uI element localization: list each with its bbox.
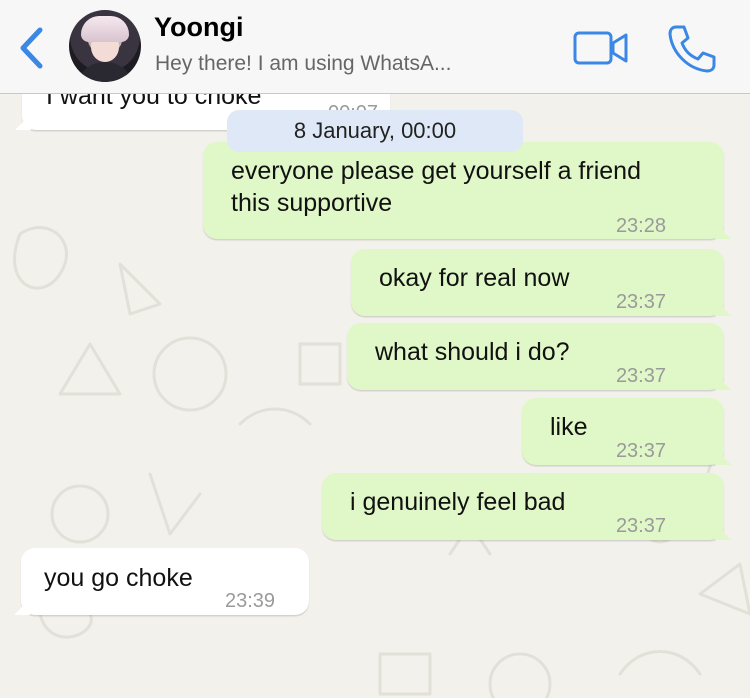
chat-header: Yoongi Hey there! I am using WhatsA...: [0, 0, 750, 94]
message-time: 23:37: [615, 515, 666, 537]
back-button[interactable]: [14, 26, 48, 70]
message-text: I want you to choke: [46, 94, 262, 110]
message-time: 23:37: [615, 291, 666, 313]
message-bubble-outgoing[interactable]: everyone please get yourself a friend th…: [203, 142, 731, 239]
video-call-button[interactable]: [573, 30, 629, 66]
voice-call-button[interactable]: [666, 23, 718, 75]
message-time: 23:37: [615, 440, 666, 462]
chevron-left-icon: [20, 27, 43, 69]
message-text: like: [550, 413, 588, 441]
message-text: you go choke: [44, 564, 193, 592]
message-text: what should i do?: [375, 338, 570, 366]
avatar[interactable]: [69, 10, 141, 82]
message-bubble-outgoing[interactable]: okay for real now 23:37: [351, 249, 731, 316]
message-bubble-incoming[interactable]: you go choke 23:39: [14, 548, 309, 615]
contact-name[interactable]: Yoongi: [154, 12, 243, 43]
message-bubble-outgoing[interactable]: i genuinely feel bad 23:37: [322, 473, 731, 540]
message-bubble-outgoing[interactable]: what should i do? 23:37: [347, 323, 731, 390]
message-text: okay for real now: [379, 264, 570, 292]
video-camera-icon: [573, 31, 628, 65]
message-bubble-outgoing[interactable]: like 23:37: [522, 398, 731, 465]
message-time: 23:28: [615, 215, 666, 237]
message-time: 23:37: [615, 365, 666, 387]
message-text-line: this supportive: [231, 189, 393, 217]
phone-icon: [668, 25, 716, 73]
message-list[interactable]: I want you to choke 00:07 8 January, 00:…: [0, 94, 750, 698]
message-time: 23:39: [225, 590, 276, 612]
contact-status[interactable]: Hey there! I am using WhatsA...: [155, 52, 451, 76]
message-text-line: everyone please get yourself a friend: [231, 157, 641, 185]
date-separator: 8 January, 00:00: [227, 110, 523, 152]
message-text: i genuinely feel bad: [350, 488, 566, 516]
